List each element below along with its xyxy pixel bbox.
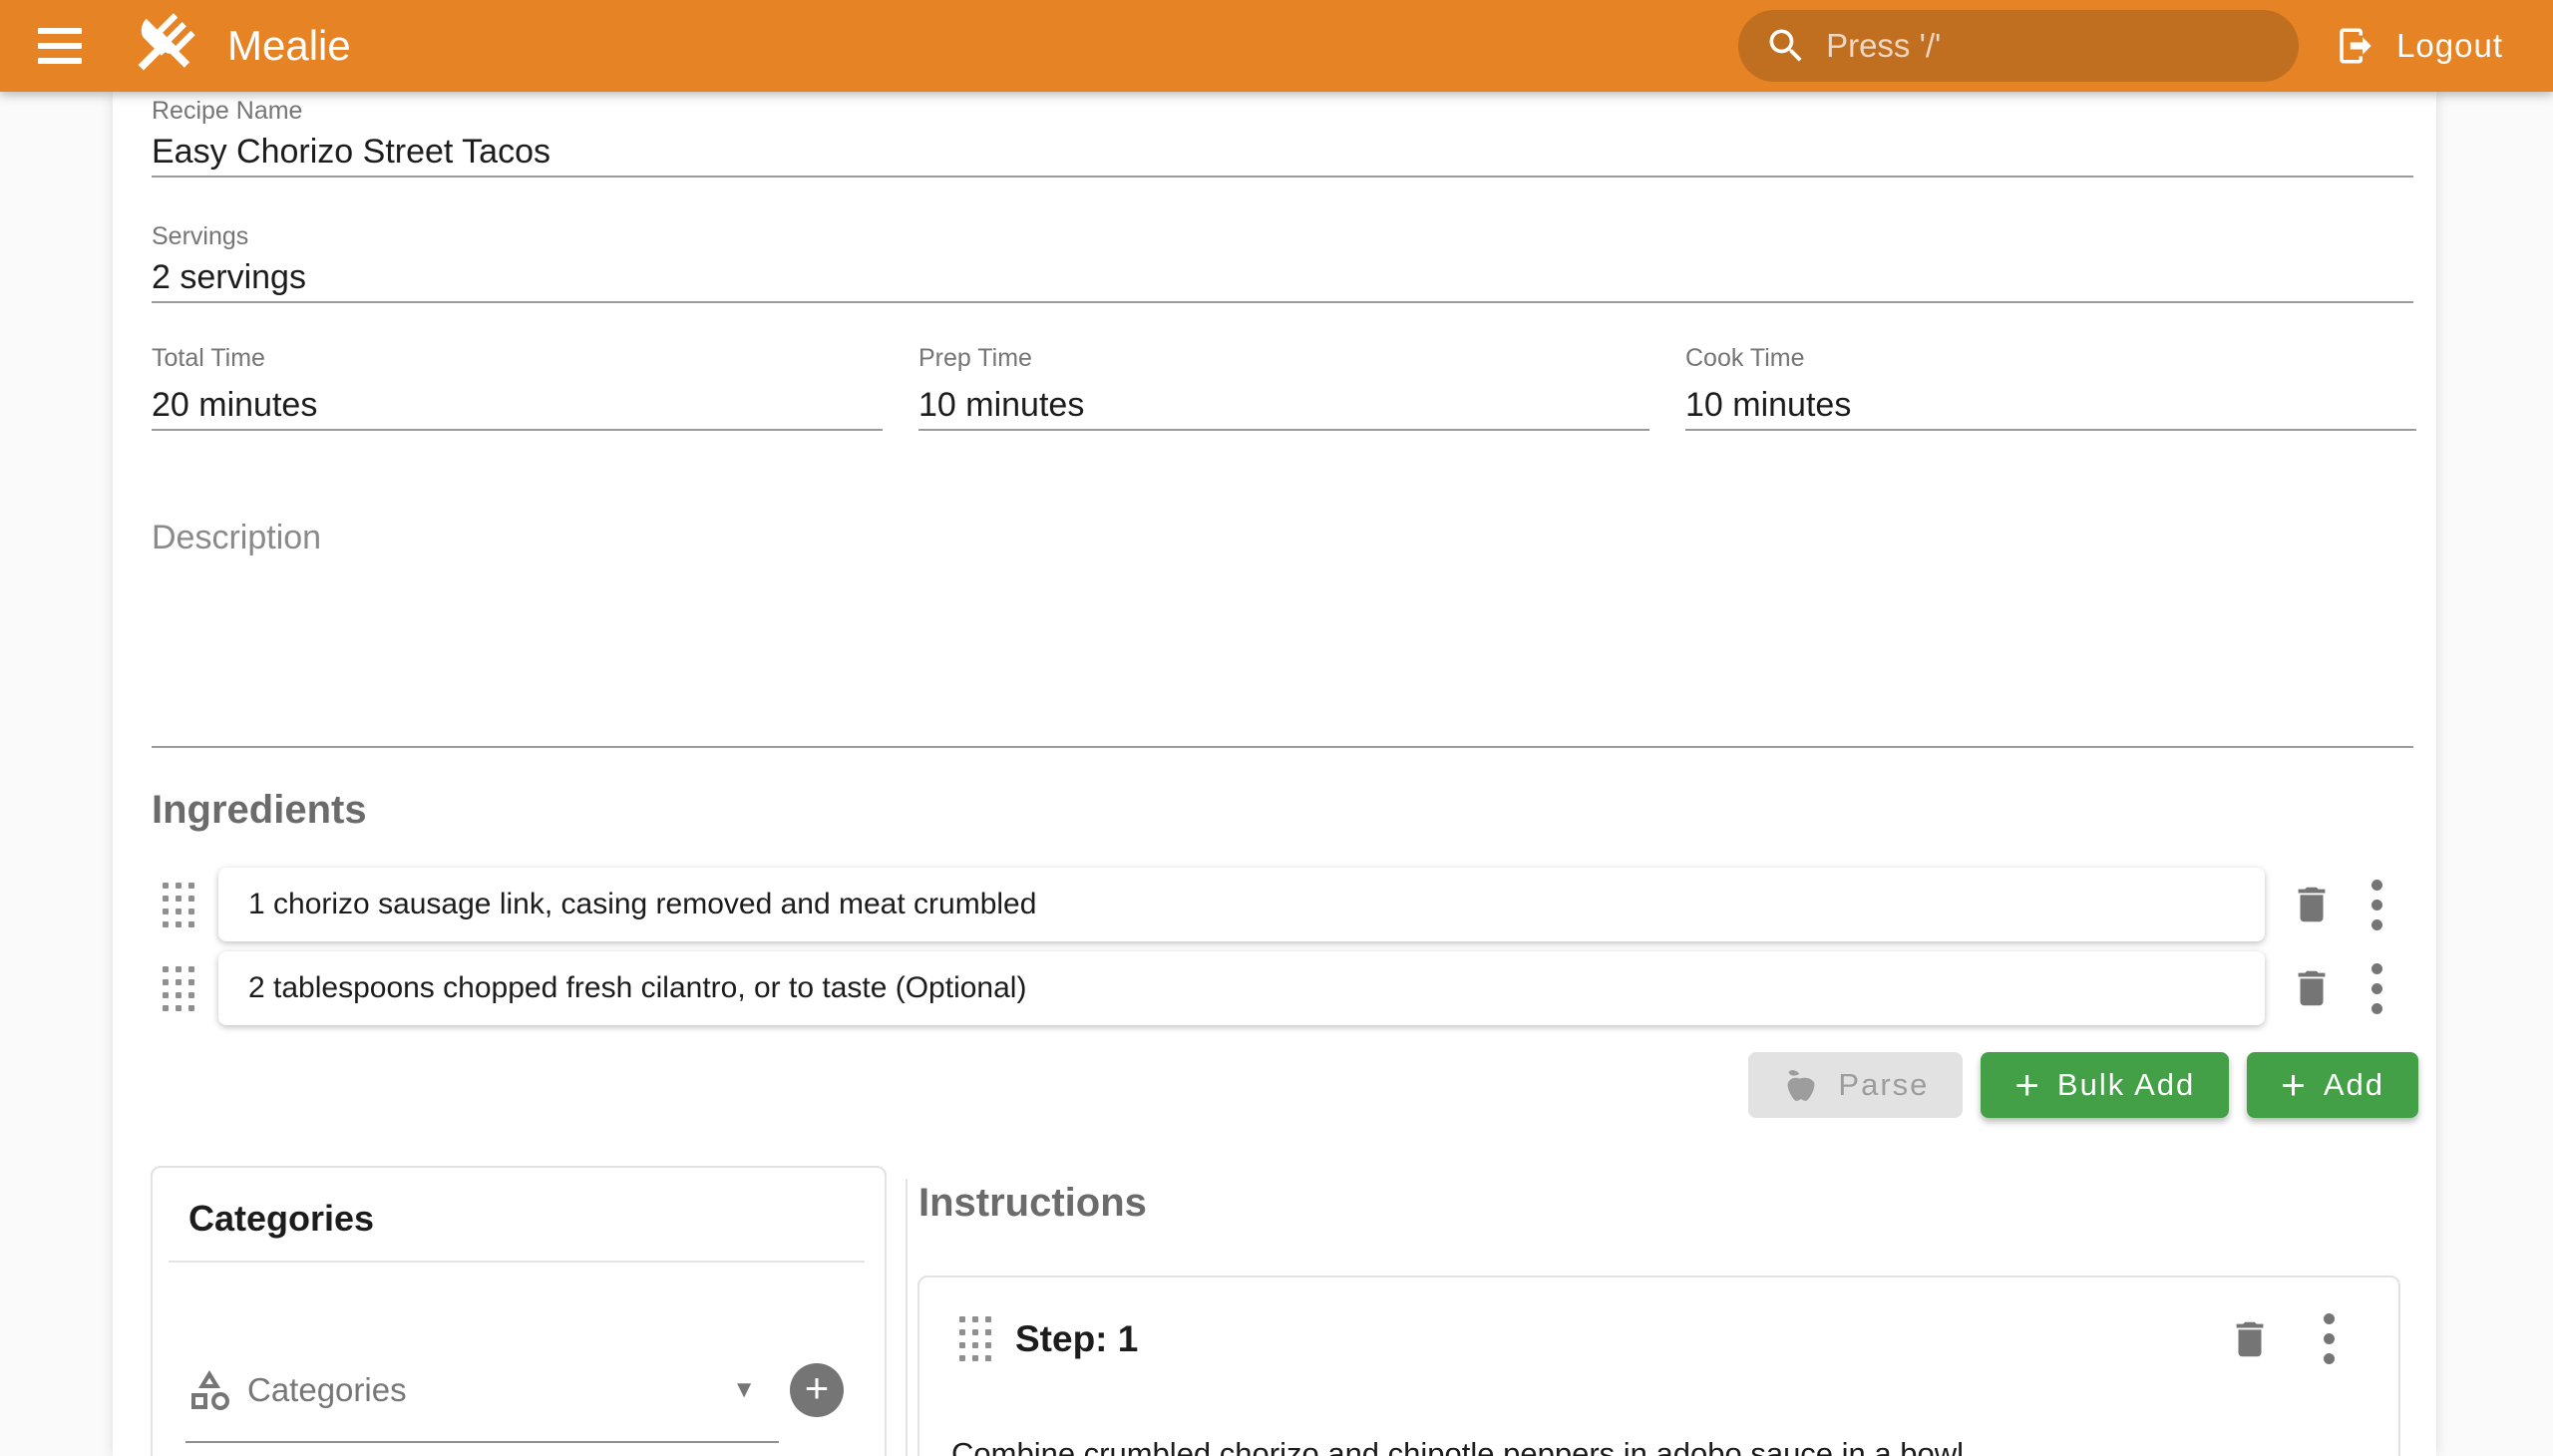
categories-select[interactable]: Categories ▼ + [185,1359,844,1421]
prep-time-underline [918,429,1649,431]
instruction-step-card: Step: 1 Combine crumbled chorizo and chi… [917,1275,2400,1456]
total-time-input[interactable]: 20 minutes [152,385,883,425]
cook-time-label: Cook Time [1685,343,2416,373]
menu-icon[interactable] [38,28,82,64]
trash-icon [2289,882,2335,927]
kebab-menu-icon[interactable] [2357,880,2396,930]
app-bar: Mealie Press '/' Logout [0,0,2553,92]
add-label: Add [2324,1067,2384,1103]
ingredient-row: 1 chorizo sausage link, casing removed a… [163,868,2396,941]
categories-select-underline [185,1441,779,1443]
add-category-button[interactable]: + [790,1363,844,1417]
recipe-name-field: Recipe Name Easy Chorizo Street Tacos [152,96,2413,178]
column-divider [906,1179,908,1456]
drag-handle-icon[interactable] [163,966,194,1011]
plus-icon: + [2281,1064,2306,1106]
ingredients-heading: Ingredients [152,788,367,833]
delete-ingredient-button[interactable] [2289,882,2335,927]
ingredient-input[interactable]: 2 tablespoons chopped fresh cilantro, or… [218,951,2265,1025]
categories-select-placeholder: Categories [247,1371,407,1409]
delete-step-button[interactable] [2227,1316,2273,1362]
time-fields-row: Total Time 20 minutes Prep Time 10 minut… [152,343,2416,431]
step-header: Step: 1 [959,1313,2349,1364]
mealie-logo-icon[interactable] [126,9,199,83]
cook-time-underline [1685,429,2416,431]
servings-label: Servings [152,221,2413,251]
drag-handle-icon[interactable] [163,883,194,927]
plus-icon: + [2014,1064,2039,1106]
recipe-editor-card: Recipe Name Easy Chorizo Street Tacos Se… [113,92,2436,1456]
search-placeholder: Press '/' [1826,27,1941,65]
parse-label: Parse [1838,1067,1929,1103]
apple-icon [1782,1066,1820,1104]
recipe-name-label: Recipe Name [152,96,2413,126]
parse-button[interactable]: Parse [1748,1052,1963,1118]
servings-input[interactable]: 2 servings [152,257,2413,297]
cook-time-field: Cook Time 10 minutes [1685,343,2416,431]
add-button[interactable]: + Add [2247,1052,2418,1118]
kebab-menu-icon[interactable] [2357,963,2396,1014]
ingredient-input[interactable]: 1 chorizo sausage link, casing removed a… [218,868,2265,941]
prep-time-field: Prep Time 10 minutes [918,343,1649,431]
search-icon [1764,24,1808,68]
recipe-name-input[interactable]: Easy Chorizo Street Tacos [152,132,2413,172]
description-textarea[interactable]: Description [152,519,321,557]
total-time-label: Total Time [152,343,883,373]
logout-icon [2335,25,2376,67]
kebab-menu-icon[interactable] [2309,1313,2349,1364]
bulk-add-label: Bulk Add [2057,1067,2195,1103]
servings-underline [152,301,2413,303]
step-text-input[interactable]: Combine crumbled chorizo and chipotle pe… [951,1433,2359,1456]
trash-icon [2227,1316,2273,1362]
prep-time-input[interactable]: 10 minutes [918,385,1649,425]
logout-label: Logout [2396,27,2503,65]
search-input[interactable]: Press '/' [1738,10,2299,82]
delete-ingredient-button[interactable] [2289,965,2335,1011]
trash-icon [2289,965,2335,1011]
categories-card: Categories Categories ▼ + [151,1166,887,1456]
recipe-name-underline [152,176,2413,178]
bulk-add-button[interactable]: + Bulk Add [1981,1052,2229,1118]
ingredient-actions: Parse + Bulk Add + Add [1748,1052,2418,1118]
total-time-underline [152,429,883,431]
total-time-field: Total Time 20 minutes [152,343,883,431]
prep-time-label: Prep Time [918,343,1649,373]
categories-card-title: Categories [188,1198,885,1240]
app-title: Mealie [227,22,351,70]
cook-time-input[interactable]: 10 minutes [1685,385,2416,425]
description-underline [152,746,2413,748]
instructions-heading: Instructions [918,1181,1147,1226]
chevron-down-icon[interactable]: ▼ [732,1376,756,1404]
servings-field: Servings 2 servings [152,221,2413,303]
step-title: Step: 1 [1015,1318,1138,1360]
plus-icon: + [805,1364,830,1412]
drag-handle-icon[interactable] [959,1316,991,1361]
logout-button[interactable]: Logout [2335,25,2503,67]
shapes-icon [185,1366,233,1414]
categories-divider [169,1261,865,1263]
ingredient-row: 2 tablespoons chopped fresh cilantro, or… [163,951,2396,1025]
